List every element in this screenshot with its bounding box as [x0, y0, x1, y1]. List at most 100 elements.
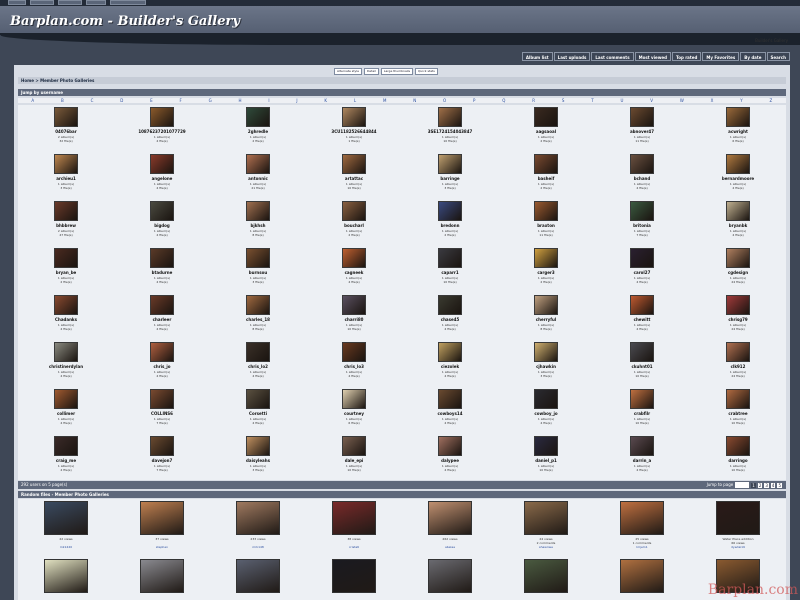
- random-file-thumbnail[interactable]: [140, 501, 184, 535]
- user-thumbnail[interactable]: [246, 389, 270, 409]
- username-link[interactable]: bhbbrew: [18, 223, 114, 228]
- random-file-thumbnail[interactable]: [524, 501, 568, 535]
- username-link[interactable]: dale_epi: [306, 458, 402, 463]
- username-link[interactable]: artattac: [306, 176, 402, 181]
- file-owner-link[interactable]: stephen: [114, 545, 210, 549]
- letter-link[interactable]: O: [443, 98, 446, 103]
- username-link[interactable]: caparr1: [402, 270, 498, 275]
- username-link[interactable]: burnsou: [210, 270, 306, 275]
- letter-link[interactable]: Y: [740, 98, 742, 103]
- page-link[interactable]: 4: [770, 482, 776, 488]
- username-link[interactable]: craig_me: [18, 458, 114, 463]
- username-link[interactable]: antonnic: [210, 176, 306, 181]
- username-link[interactable]: 2ghredle: [210, 129, 306, 134]
- username-link[interactable]: 3CU1182526644844: [306, 129, 402, 134]
- username-link[interactable]: bernardmoore: [690, 176, 786, 181]
- letter-link[interactable]: F: [179, 98, 181, 103]
- user-thumbnail[interactable]: [246, 436, 270, 456]
- nav-button[interactable]: Last uploads: [553, 52, 591, 61]
- file-owner-link[interactable]: mrk148: [210, 545, 306, 549]
- user-thumbnail[interactable]: [630, 342, 654, 362]
- user-thumbnail[interactable]: [54, 154, 78, 174]
- user-thumbnail[interactable]: [438, 436, 462, 456]
- username-link[interactable]: chris_jo: [114, 364, 210, 369]
- user-thumbnail[interactable]: [726, 154, 750, 174]
- page-link[interactable]: 3: [764, 482, 769, 488]
- page-select[interactable]: [735, 482, 750, 488]
- user-thumbnail[interactable]: [54, 342, 78, 362]
- letter-link[interactable]: Q: [502, 98, 505, 103]
- user-thumbnail[interactable]: [726, 389, 750, 409]
- username-link[interactable]: bjkhsh: [210, 223, 306, 228]
- user-thumbnail[interactable]: [246, 248, 270, 268]
- letter-link[interactable]: V: [650, 98, 653, 103]
- letter-link[interactable]: G: [209, 98, 212, 103]
- username-link[interactable]: ciezolek: [402, 364, 498, 369]
- user-thumbnail[interactable]: [342, 295, 366, 315]
- view-link[interactable]: Detail: [364, 68, 379, 75]
- username-link[interactable]: bchand: [594, 176, 690, 181]
- view-link[interactable]: Alternate style: [334, 68, 362, 75]
- username-link[interactable]: 3SE1724154043847: [402, 129, 498, 134]
- username-link[interactable]: christinerdylan: [18, 364, 114, 369]
- username-link[interactable]: chris_lo3: [306, 364, 402, 369]
- letter-link[interactable]: C: [91, 98, 94, 103]
- letter-link[interactable]: E: [150, 98, 153, 103]
- username-link[interactable]: btadurne: [114, 270, 210, 275]
- user-thumbnail[interactable]: [342, 342, 366, 362]
- user-thumbnail[interactable]: [54, 107, 78, 127]
- letter-link[interactable]: J: [296, 98, 297, 103]
- user-thumbnail[interactable]: [54, 248, 78, 268]
- top-tab[interactable]: [110, 0, 146, 5]
- user-thumbnail[interactable]: [150, 154, 174, 174]
- random-file-thumbnail[interactable]: [140, 559, 184, 593]
- username-link[interactable]: charleer: [114, 317, 210, 322]
- user-thumbnail[interactable]: [150, 342, 174, 362]
- random-file-thumbnail[interactable]: [716, 501, 760, 535]
- user-thumbnail[interactable]: [246, 154, 270, 174]
- user-thumbnail[interactable]: [630, 248, 654, 268]
- username-link[interactable]: bigdog: [114, 223, 210, 228]
- username-link[interactable]: bredonn: [402, 223, 498, 228]
- view-link[interactable]: Large thumbnails: [380, 68, 414, 75]
- username-link[interactable]: boucharl: [306, 223, 402, 228]
- letter-link[interactable]: P: [473, 98, 475, 103]
- username-link[interactable]: charri80: [306, 317, 402, 322]
- username-link[interactable]: 04076bar: [18, 129, 114, 134]
- username-link[interactable]: abnover47: [594, 129, 690, 134]
- username-link[interactable]: bryan_be: [18, 270, 114, 275]
- user-thumbnail[interactable]: [246, 295, 270, 315]
- user-thumbnail[interactable]: [342, 436, 366, 456]
- user-thumbnail[interactable]: [534, 107, 558, 127]
- random-file-thumbnail[interactable]: [236, 501, 280, 535]
- breadcrumb[interactable]: Home > Member Photo Galleries: [18, 77, 786, 84]
- username-link[interactable]: acwright: [690, 129, 786, 134]
- letter-link[interactable]: B: [61, 98, 64, 103]
- user-thumbnail[interactable]: [54, 201, 78, 221]
- user-thumbnail[interactable]: [342, 154, 366, 174]
- user-thumbnail[interactable]: [534, 295, 558, 315]
- username-link[interactable]: archieu1: [18, 176, 114, 181]
- nav-button[interactable]: Album list: [521, 52, 553, 61]
- file-owner-link[interactable]: lmjem1: [594, 545, 690, 549]
- user-thumbnail[interactable]: [150, 248, 174, 268]
- letter-link[interactable]: Z: [770, 98, 773, 103]
- user-thumbnail[interactable]: [726, 295, 750, 315]
- user-thumbnail[interactable]: [438, 201, 462, 221]
- top-tab[interactable]: [30, 0, 54, 5]
- nav-button[interactable]: By date: [740, 52, 766, 61]
- username-link[interactable]: chewitt: [594, 317, 690, 322]
- page-link[interactable]: 1: [751, 482, 756, 488]
- username-link[interactable]: angelone: [114, 176, 210, 181]
- username-link[interactable]: aagsaoal: [498, 129, 594, 134]
- letter-link[interactable]: I: [268, 98, 269, 103]
- letter-link[interactable]: N: [413, 98, 416, 103]
- user-thumbnail[interactable]: [246, 107, 270, 127]
- username-link[interactable]: cherryful: [498, 317, 594, 322]
- page-link[interactable]: 5: [777, 482, 782, 488]
- user-thumbnail[interactable]: [534, 154, 558, 174]
- username-link[interactable]: Corsetti: [210, 411, 306, 416]
- username-link[interactable]: cowboys14: [402, 411, 498, 416]
- username-link[interactable]: carger3: [498, 270, 594, 275]
- nav-button[interactable]: Most viewed: [634, 52, 671, 61]
